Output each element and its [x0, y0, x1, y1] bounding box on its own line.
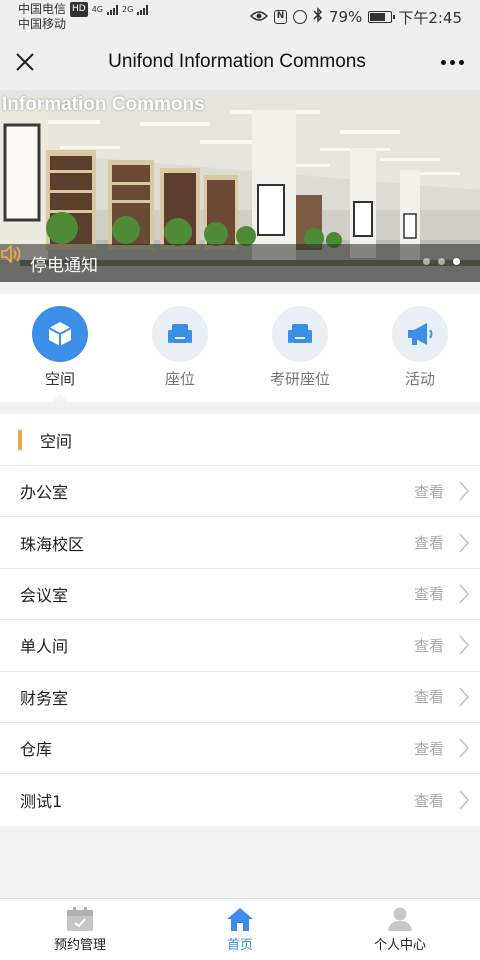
chevron-right-icon	[459, 635, 470, 655]
category-label: 考研座位	[269, 370, 330, 388]
chevron-right-icon	[459, 481, 470, 501]
tab-booking-management[interactable]: 预约管理	[0, 899, 160, 960]
title-bar: Unifond Information Commons	[0, 34, 480, 90]
user-icon	[388, 907, 412, 931]
hd-badge: HD	[70, 2, 88, 17]
speaker-icon	[1, 245, 21, 263]
section-header: 空间	[0, 414, 480, 466]
tab-label: 个人中心	[373, 938, 426, 953]
view-link[interactable]: 查看	[414, 532, 444, 553]
cube-icon	[32, 306, 88, 362]
list-item-name: 办公室	[20, 483, 69, 503]
space-section: 空间 办公室 查看 珠海校区 查看 会议室 查看 单人间 查看 财务室 查看 仓库 查看 测试1 查看	[0, 414, 480, 826]
carousel-dot[interactable]	[423, 258, 430, 265]
list-item-name: 单人间	[20, 637, 69, 657]
carousel-dot-active[interactable]	[453, 258, 460, 265]
carrier-info: 中国电信 HD 4G 2G 中国移动	[18, 2, 149, 32]
chevron-right-icon	[459, 790, 470, 810]
net2-label: 2G	[122, 5, 134, 14]
chevron-right-icon	[459, 687, 470, 707]
tab-home[interactable]: 首页	[160, 899, 320, 960]
armchair-icon	[272, 306, 328, 362]
section-accent-bar	[18, 429, 22, 450]
banner-title: Information Commons	[2, 94, 205, 115]
close-button[interactable]	[0, 34, 50, 90]
view-link[interactable]: 查看	[414, 481, 444, 502]
notice-text: 停电通知	[30, 255, 98, 276]
battery-icon	[368, 11, 396, 23]
view-link[interactable]: 查看	[414, 635, 444, 656]
chevron-right-icon	[459, 533, 470, 553]
list-item[interactable]: 测试1 查看	[0, 774, 480, 825]
carrier1-label: 中国电信	[18, 2, 67, 16]
category-seat[interactable]: 座位	[120, 294, 240, 402]
clock: 下午2:45	[398, 8, 462, 27]
category-label: 座位	[164, 370, 195, 388]
close-icon	[16, 53, 34, 71]
status-bar: 中国电信 HD 4G 2G 中国移动 N 79% 下午2:45	[0, 0, 480, 34]
list-item-name: 会议室	[20, 585, 69, 605]
list-item[interactable]: 珠海校区 查看	[0, 517, 480, 569]
category-activity[interactable]: 活动	[360, 294, 480, 402]
alarm-icon	[292, 10, 307, 24]
carousel-dot[interactable]	[438, 258, 445, 265]
list-item[interactable]: 单人间 查看	[0, 620, 480, 672]
tab-profile[interactable]: 个人中心	[320, 899, 480, 960]
chevron-right-icon	[459, 738, 470, 758]
notice-bar[interactable]: 停电通知	[0, 244, 480, 282]
category-label: 空间	[44, 370, 75, 388]
eye-icon	[249, 8, 269, 26]
list-item[interactable]: 仓库 查看	[0, 723, 480, 775]
more-button[interactable]	[424, 34, 480, 90]
view-link[interactable]: 查看	[414, 790, 444, 811]
view-link[interactable]: 查看	[414, 738, 444, 759]
nfc-icon: N	[273, 10, 287, 24]
category-nav: 空间 座位 考研座位 活动	[0, 294, 480, 402]
view-link[interactable]: 查看	[414, 686, 444, 707]
signal-icon	[137, 4, 149, 15]
category-label: 活动	[404, 370, 435, 388]
page-title: Unifond Information Commons	[108, 51, 366, 72]
list-item[interactable]: 办公室 查看	[0, 466, 480, 518]
calendar-icon	[67, 907, 93, 931]
carousel-indicator	[423, 258, 460, 265]
signal-icon	[107, 4, 119, 15]
chevron-right-icon	[459, 584, 470, 604]
battery-percent: 79%	[328, 8, 363, 26]
carrier2-label: 中国移动	[18, 17, 67, 31]
bluetooth-icon	[313, 7, 323, 27]
tab-label: 首页	[226, 938, 253, 953]
home-icon	[227, 908, 253, 931]
category-exam-seat[interactable]: 考研座位	[240, 294, 360, 402]
list-item-name: 测试1	[20, 792, 63, 812]
view-link[interactable]: 查看	[414, 583, 444, 604]
megaphone-icon	[392, 306, 448, 362]
list-item[interactable]: 财务室 查看	[0, 672, 480, 723]
list-item[interactable]: 会议室 查看	[0, 569, 480, 621]
armchair-icon	[152, 306, 208, 362]
list-item-name: 珠海校区	[20, 534, 85, 554]
bottom-tabbar: 预约管理 首页 个人中心	[0, 898, 480, 960]
list-item-name: 财务室	[20, 688, 69, 708]
tab-label: 预约管理	[53, 938, 106, 953]
list-item-name: 仓库	[20, 740, 53, 760]
section-title: 空间	[40, 431, 73, 451]
net1-label: 4G	[91, 5, 104, 14]
category-space[interactable]: 空间	[0, 294, 120, 402]
banner-carousel[interactable]: Information Commons 停电通知	[0, 90, 480, 282]
